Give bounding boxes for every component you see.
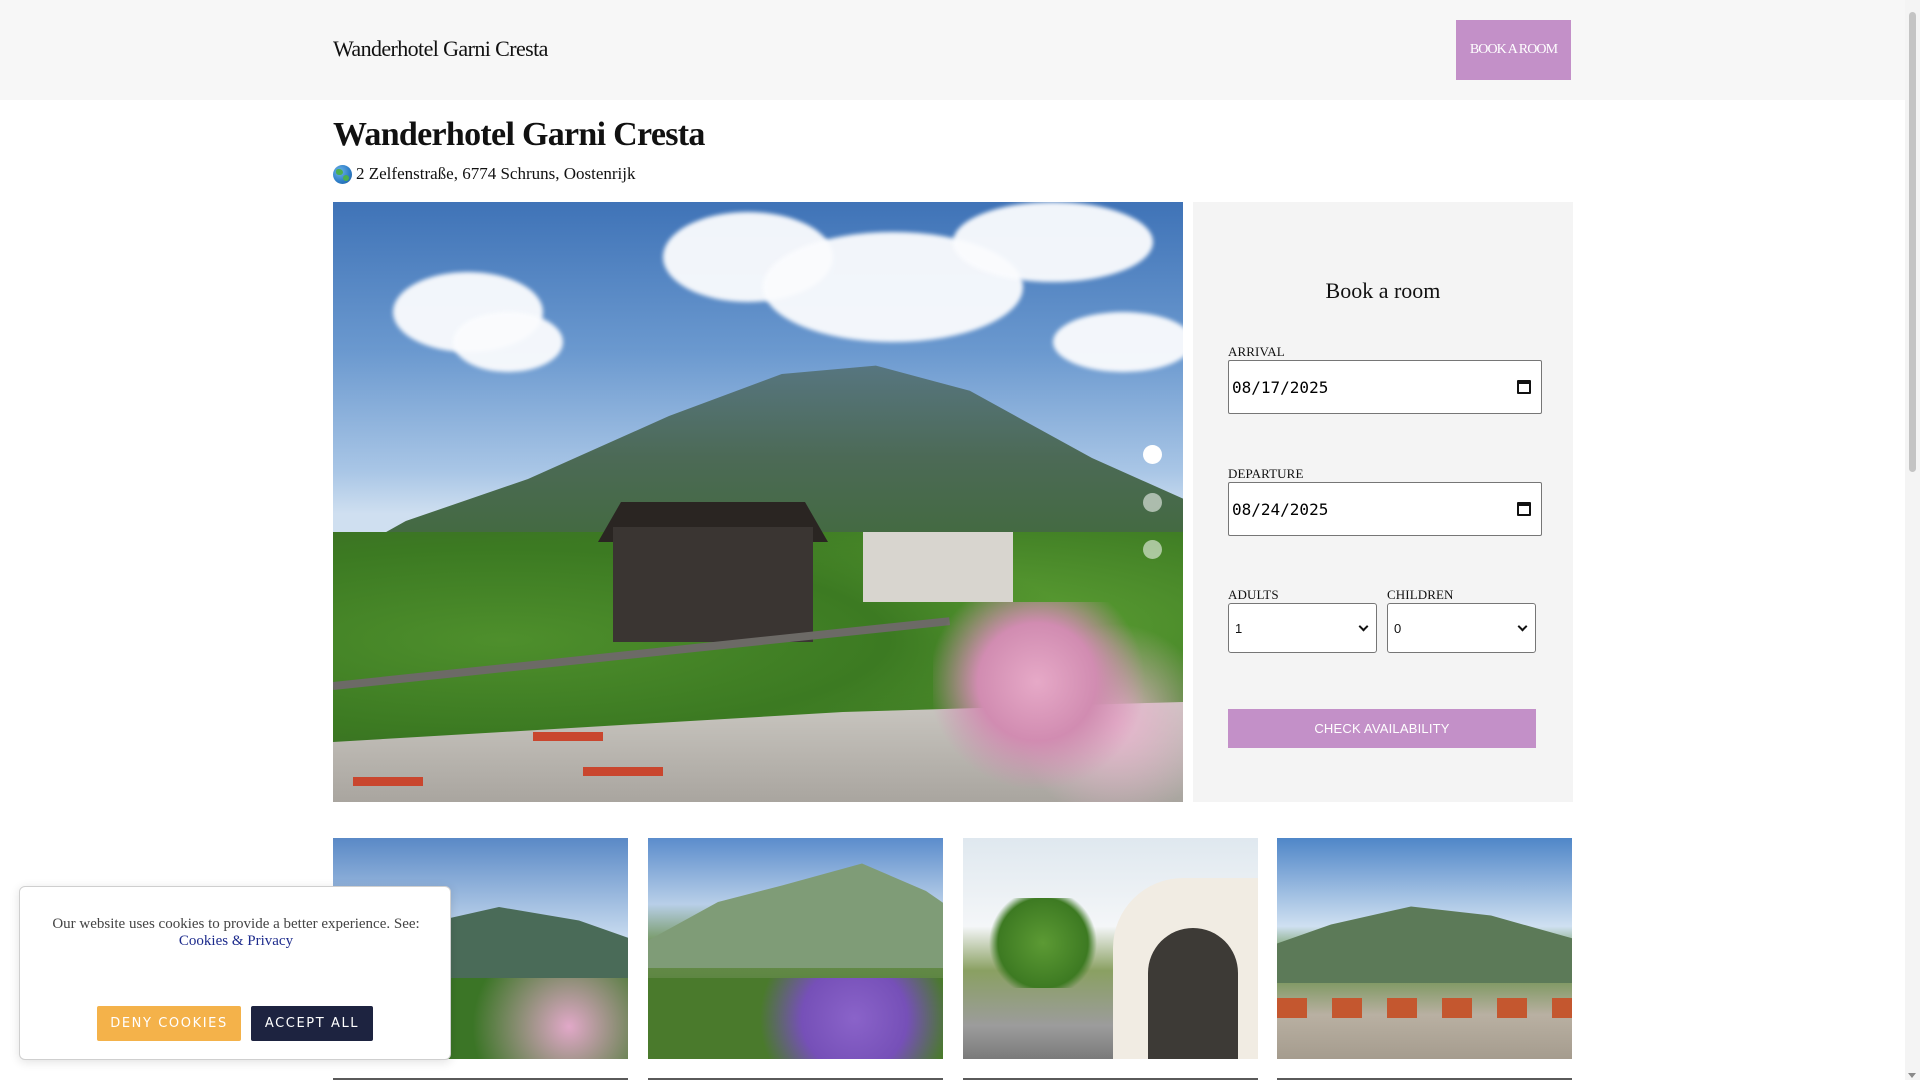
site-header: Wanderhotel Garni Cresta BOOK A ROOM bbox=[0, 0, 1905, 100]
cookie-text: Our website uses cookies to provide a be… bbox=[52, 916, 420, 932]
arrival-date-input[interactable]: 08/17/2025 bbox=[1228, 360, 1542, 414]
cookie-banner: Our website uses cookies to provide a be… bbox=[19, 886, 451, 1060]
departure-date-input[interactable]: 08/24/2025 bbox=[1228, 482, 1542, 536]
adults-value: 1 bbox=[1235, 620, 1243, 636]
children-select[interactable]: 0 bbox=[1387, 603, 1536, 653]
terrace-table bbox=[583, 767, 663, 776]
book-room-button[interactable]: BOOK A ROOM bbox=[1456, 20, 1571, 80]
chevron-down-icon bbox=[1517, 621, 1528, 632]
cloud-shape bbox=[1053, 312, 1183, 372]
adults-label: ADULTS bbox=[1228, 587, 1279, 602]
address-text: 2 Zelfenstraße, 6774 Schruns, Oostenrijk bbox=[356, 164, 636, 183]
arrival-date-value: 08/17/2025 bbox=[1232, 377, 1329, 397]
adults-select[interactable]: 1 bbox=[1228, 603, 1377, 653]
site-brand[interactable]: Wanderhotel Garni Cresta bbox=[333, 36, 548, 62]
thumbnail-arch-door bbox=[1148, 928, 1238, 1059]
terrace-table bbox=[533, 732, 603, 741]
page-scrollbar[interactable] bbox=[1905, 0, 1920, 1080]
thumbnail-tree bbox=[983, 898, 1103, 988]
departure-label: DEPARTURE bbox=[1228, 466, 1304, 481]
slide-dot-2[interactable] bbox=[1143, 493, 1162, 512]
cookie-message: Our website uses cookies to provide a be… bbox=[20, 916, 452, 950]
deny-cookies-button[interactable]: DENY COOKIES bbox=[97, 1006, 241, 1041]
booking-panel: Book a room ARRIVAL 08/17/2025 DEPARTURE… bbox=[1193, 202, 1573, 802]
chevron-down-icon bbox=[1358, 621, 1369, 632]
departure-date-value: 08/24/2025 bbox=[1232, 499, 1329, 519]
thumbnail-greenery bbox=[648, 978, 943, 1059]
gallery-thumbnail-2[interactable] bbox=[648, 838, 943, 1059]
thumbnail-tables bbox=[1277, 998, 1572, 1018]
children-value: 0 bbox=[1394, 620, 1402, 636]
scrollbar-thumb[interactable] bbox=[1909, 12, 1916, 472]
gallery-thumbnail-4[interactable] bbox=[1277, 838, 1572, 1059]
cookie-privacy-link[interactable]: Cookies & Privacy bbox=[179, 933, 293, 949]
cloud-shape bbox=[953, 202, 1153, 282]
chalet-house bbox=[613, 527, 813, 642]
hotel-address: 2 Zelfenstraße, 6774 Schruns, Oostenrijk bbox=[333, 164, 636, 184]
slide-dot-1[interactable] bbox=[1143, 445, 1162, 464]
check-availability-button[interactable]: CHECK AVAILABILITY bbox=[1228, 709, 1536, 748]
village-house bbox=[863, 532, 1013, 602]
hero-image-slider[interactable] bbox=[333, 202, 1183, 802]
slide-dot-3[interactable] bbox=[1143, 540, 1162, 559]
booking-heading: Book a room bbox=[1325, 278, 1441, 303]
terrace-table bbox=[353, 777, 423, 786]
children-label: CHILDREN bbox=[1387, 587, 1454, 602]
accept-all-button[interactable]: ACCEPT ALL bbox=[251, 1006, 373, 1041]
scroll-down-arrow-icon[interactable] bbox=[1908, 1073, 1916, 1078]
arrival-label: ARRIVAL bbox=[1228, 344, 1285, 359]
calendar-icon[interactable] bbox=[1517, 502, 1531, 516]
globe-icon bbox=[333, 164, 352, 184]
page-title: Wanderhotel Garni Cresta bbox=[333, 116, 705, 153]
flower-bush bbox=[933, 602, 1183, 802]
calendar-icon[interactable] bbox=[1517, 380, 1531, 394]
gallery-thumbnail-3[interactable] bbox=[963, 838, 1258, 1059]
cloud-shape bbox=[453, 312, 563, 372]
